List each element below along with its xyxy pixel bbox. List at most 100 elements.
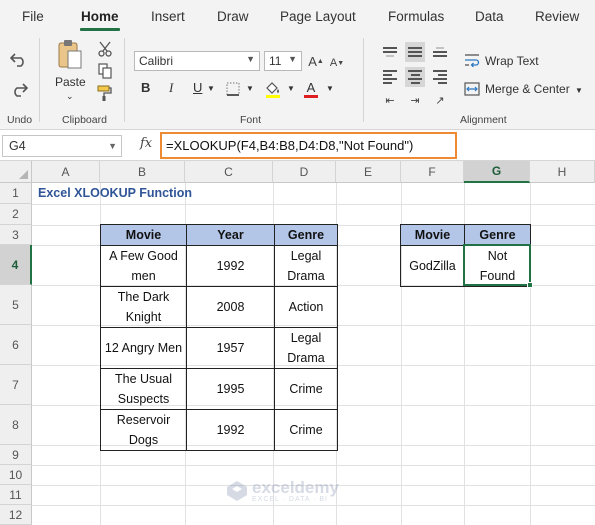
font-size-value: 11: [269, 54, 282, 68]
lookup-header-movie[interactable]: Movie: [400, 224, 465, 246]
font-size-select[interactable]: 11 ▼: [264, 51, 302, 71]
underline-button[interactable]: U: [193, 80, 202, 95]
cell-year[interactable]: 1992: [186, 245, 275, 287]
cell-genre[interactable]: Action: [274, 286, 338, 328]
cell-year[interactable]: 2008: [186, 286, 275, 328]
row-header-1[interactable]: 1: [0, 183, 32, 204]
merge-center-button[interactable]: Merge & Center: [485, 82, 570, 96]
cell-movie[interactable]: The Dark Knight: [100, 286, 187, 328]
table-row: The Dark Knight 2008 Action: [100, 286, 338, 328]
column-header-h[interactable]: H: [530, 161, 595, 183]
cell-genre[interactable]: Legal Drama: [274, 327, 338, 369]
column-header-g[interactable]: G: [464, 161, 530, 183]
cell-year[interactable]: 1957: [186, 327, 275, 369]
top-align-icon[interactable]: [380, 42, 400, 62]
menu-insert[interactable]: Insert: [151, 9, 185, 24]
cut-icon[interactable]: [96, 40, 114, 58]
row-header-4[interactable]: 4: [0, 245, 32, 285]
align-center-icon[interactable]: [405, 67, 425, 87]
font-color-dropdown-icon[interactable]: ▼: [326, 84, 334, 93]
column-header-d[interactable]: D: [273, 161, 336, 183]
row-header-12[interactable]: 12: [0, 505, 32, 525]
row-header-7[interactable]: 7: [0, 365, 32, 405]
fill-color-icon[interactable]: [262, 78, 284, 100]
borders-dropdown-icon[interactable]: ▼: [246, 84, 254, 93]
exceldemy-logo-icon: [227, 480, 247, 501]
paste-icon[interactable]: [55, 38, 85, 72]
column-header-a[interactable]: A: [32, 161, 100, 183]
decrease-font-size-icon[interactable]: A ▼: [328, 52, 346, 74]
copy-icon[interactable]: [96, 62, 114, 80]
row-header-5[interactable]: 5: [0, 285, 32, 325]
cell-movie[interactable]: Reservoir Dogs: [100, 409, 187, 451]
menu-data[interactable]: Data: [475, 9, 504, 24]
increase-indent-icon[interactable]: ⇥: [405, 90, 425, 110]
select-all-button[interactable]: [0, 161, 32, 183]
underline-dropdown-icon[interactable]: ▼: [207, 84, 215, 93]
row-header-6[interactable]: 6: [0, 325, 32, 365]
bottom-align-icon[interactable]: [430, 42, 450, 62]
cell-year[interactable]: 1995: [186, 368, 275, 410]
redo-icon[interactable]: [8, 78, 30, 100]
table-row: Reservoir Dogs 1992 Crime: [100, 409, 338, 451]
cell-year[interactable]: 1992: [186, 409, 275, 451]
row-header-11[interactable]: 11: [0, 485, 32, 505]
middle-align-icon[interactable]: [405, 42, 425, 62]
italic-button[interactable]: I: [169, 80, 173, 96]
merge-center-icon[interactable]: [463, 80, 481, 98]
fill-handle[interactable]: [527, 282, 533, 288]
bold-button[interactable]: B: [141, 80, 150, 95]
menu-home[interactable]: Home: [81, 9, 119, 24]
menu-page-layout[interactable]: Page Layout: [280, 9, 356, 24]
font-family-value: Calibri: [139, 54, 174, 68]
column-header-c[interactable]: C: [185, 161, 273, 183]
formula-text: =XLOOKUP(F4,B4:B8,D4:D8,"Not Found"): [166, 138, 414, 153]
wrap-text-button[interactable]: Wrap Text: [485, 54, 539, 68]
row-header-8[interactable]: 8: [0, 405, 32, 445]
orientation-icon[interactable]: ↗: [430, 90, 450, 110]
insert-function-icon[interactable]: fx: [140, 136, 152, 151]
menu-review[interactable]: Review: [535, 9, 579, 24]
merge-dropdown-icon[interactable]: ▼: [575, 86, 583, 95]
header-year[interactable]: Year: [186, 224, 275, 246]
row-header-2[interactable]: 2: [0, 204, 32, 225]
lookup-movie-cell[interactable]: GodZilla: [400, 245, 465, 287]
row-header-10[interactable]: 10: [0, 465, 32, 485]
clipboard-group-label: Clipboard: [62, 114, 107, 126]
cell-movie[interactable]: 12 Angry Men: [100, 327, 187, 369]
align-left-icon[interactable]: [380, 67, 400, 87]
worksheet-grid[interactable]: A B C D E F G H 1 2 3 4 5 6 7 8 9 10 11 …: [0, 161, 595, 525]
menu-formulas[interactable]: Formulas: [388, 9, 444, 24]
paste-button[interactable]: Paste: [55, 75, 86, 89]
active-tab-indicator: [80, 28, 120, 31]
decrease-indent-icon[interactable]: ⇤: [380, 90, 400, 110]
undo-icon[interactable]: [8, 48, 30, 70]
row-header-9[interactable]: 9: [0, 445, 32, 465]
cell-genre[interactable]: Crime: [274, 368, 338, 410]
wrap-text-icon[interactable]: [463, 51, 481, 69]
name-box[interactable]: G4 ▼: [2, 135, 122, 157]
fill-color-dropdown-icon[interactable]: ▼: [287, 84, 295, 93]
column-header-b[interactable]: B: [100, 161, 185, 183]
cell-movie[interactable]: A Few Good men: [100, 245, 187, 287]
borders-icon[interactable]: [223, 79, 243, 99]
row-header-3[interactable]: 3: [0, 225, 32, 245]
alignment-group-label: Alignment: [460, 114, 507, 126]
column-header-e[interactable]: E: [336, 161, 401, 183]
header-genre[interactable]: Genre: [274, 224, 338, 246]
lookup-header-genre[interactable]: Genre: [464, 224, 531, 246]
cell-genre[interactable]: Legal Drama: [274, 245, 338, 287]
font-color-icon[interactable]: A: [300, 78, 322, 100]
menu-file[interactable]: File: [22, 9, 44, 24]
cell-movie[interactable]: The Usual Suspects: [100, 368, 187, 410]
align-right-icon[interactable]: [430, 67, 450, 87]
formula-input[interactable]: =XLOOKUP(F4,B4:B8,D4:D8,"Not Found"): [160, 132, 457, 159]
font-family-select[interactable]: Calibri ▼: [134, 51, 260, 71]
cell-genre[interactable]: Crime: [274, 409, 338, 451]
header-movie[interactable]: Movie: [100, 224, 187, 246]
menu-draw[interactable]: Draw: [217, 9, 249, 24]
column-header-f[interactable]: F: [401, 161, 464, 183]
format-painter-icon[interactable]: [96, 84, 114, 102]
increase-font-size-icon[interactable]: A ▲: [306, 50, 326, 72]
paste-dropdown-icon[interactable]: ⌄: [66, 91, 74, 102]
